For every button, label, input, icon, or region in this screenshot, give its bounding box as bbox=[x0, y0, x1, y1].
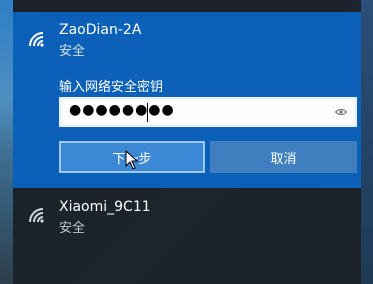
wifi-signal-icon bbox=[29, 32, 44, 47]
wifi-signal-icon bbox=[29, 208, 44, 223]
desktop-background-right bbox=[361, 0, 373, 284]
password-masked-value: ●●●●●●●● bbox=[69, 102, 175, 118]
cancel-button[interactable]: 取消 bbox=[210, 141, 357, 173]
desktop-background-left bbox=[0, 0, 13, 284]
cancel-button-label: 取消 bbox=[270, 151, 297, 167]
network-security: 安全 bbox=[59, 221, 86, 236]
text-caret bbox=[147, 103, 148, 122]
password-input[interactable]: ●●●●●●●● bbox=[59, 97, 357, 127]
password-prompt-label: 输入网络安全密钥 bbox=[59, 80, 164, 95]
network-security: 安全 bbox=[59, 44, 86, 59]
network-ssid: ZaoDian-2A bbox=[59, 22, 142, 38]
mouse-cursor-icon bbox=[125, 150, 139, 170]
network-ssid[interactable]: Xiaomi_9C11 bbox=[59, 199, 151, 215]
eye-icon[interactable] bbox=[335, 108, 347, 116]
